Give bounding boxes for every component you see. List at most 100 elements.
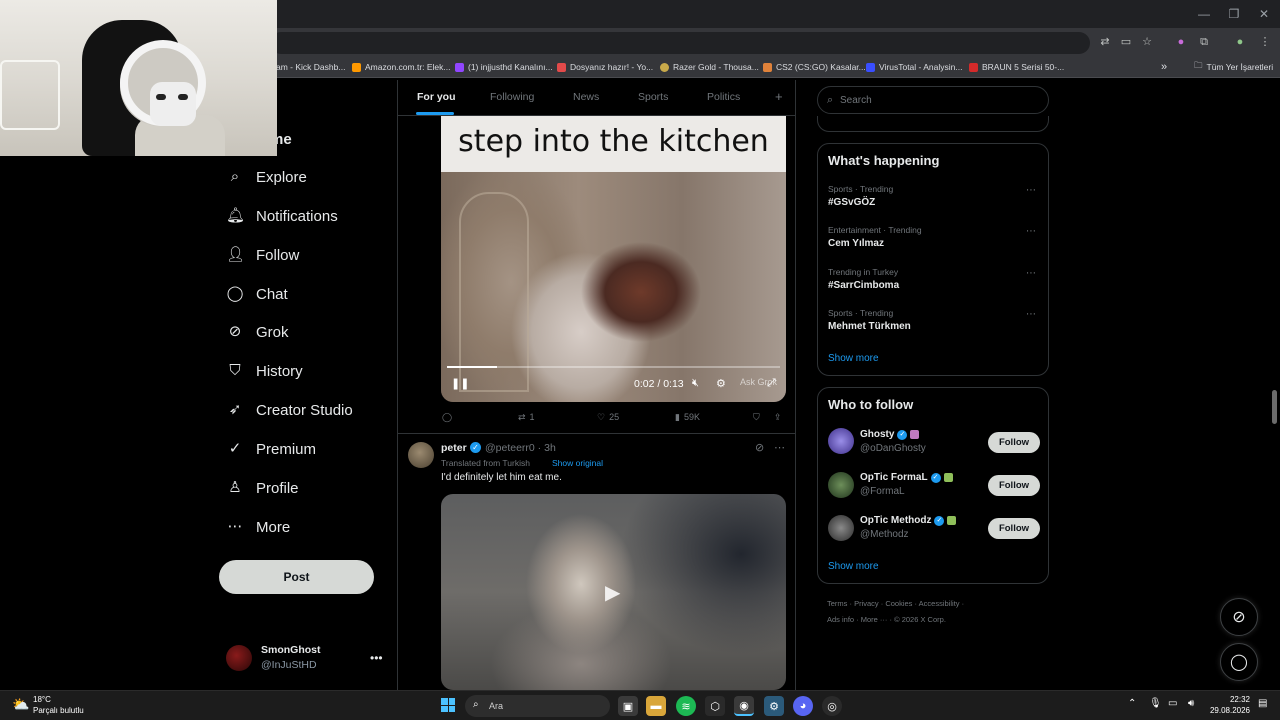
nav-premium[interactable]: ✓ Premium: [226, 436, 316, 462]
footer-links[interactable]: Ads info · More ··· · © 2026 X Corp.: [827, 615, 946, 624]
steam-icon[interactable]: ⬡: [705, 696, 725, 716]
tweet-author-handle[interactable]: @peteerr0 · 3h: [485, 442, 556, 454]
bookmark-item[interactable]: Amazon.com.tr: Elek...: [352, 60, 451, 74]
trend-more-icon[interactable]: ⋯: [1026, 226, 1036, 237]
video-player[interactable]: step into the kitchen ❚❚ 0:02 / 0:13 🔇︎ …: [441, 116, 786, 402]
star-icon[interactable]: ☆: [1139, 34, 1155, 50]
trend-item[interactable]: Cem Yılmaz: [828, 238, 884, 249]
follow-suggestion-name[interactable]: Ghosty ✓: [860, 429, 920, 440]
nav-history[interactable]: ⛉ History: [226, 358, 302, 384]
tab-sports[interactable]: Sports: [638, 91, 668, 103]
translate-icon[interactable]: ⇄: [1097, 34, 1113, 50]
trend-more-icon[interactable]: ⋯: [1026, 268, 1036, 279]
discord-icon[interactable]: ◕: [793, 696, 813, 716]
bookmark-item[interactable]: VirusTotal - Analysin...: [866, 60, 962, 74]
avatar[interactable]: [408, 442, 434, 468]
mute-icon[interactable]: 🔇︎: [692, 377, 699, 390]
profile-avatar-icon[interactable]: ●: [1232, 34, 1248, 50]
bookmark-item[interactable]: (1) injjusthd Kanalını...: [455, 60, 553, 74]
tweet-more-icon[interactable]: ⋯: [774, 441, 785, 454]
follow-button[interactable]: Follow: [988, 432, 1040, 453]
bookmark-item[interactable]: am - Kick Dashb...: [276, 60, 345, 74]
nav-creator-studio[interactable]: ➶ Creator Studio: [226, 397, 353, 423]
nav-more[interactable]: ⋯ More: [226, 514, 291, 540]
repost-button[interactable]: ⇄ 1: [518, 410, 535, 424]
follow-suggestion-name[interactable]: OpTic FormaL ✓: [860, 472, 953, 483]
add-tab-icon[interactable]: +: [775, 89, 783, 104]
speaker-icon[interactable]: 🔊︎: [1188, 698, 1194, 709]
follow-suggestion-name[interactable]: OpTic Methodz ✓: [860, 515, 957, 526]
video-progress-bar[interactable]: [447, 366, 780, 368]
reply-button[interactable]: ◯: [442, 410, 456, 424]
settings-gear-icon[interactable]: ⚙: [716, 377, 726, 390]
trend-item[interactable]: Mehmet Türkmen: [828, 321, 911, 332]
show-more-link[interactable]: Show more: [828, 561, 879, 572]
minimize-icon[interactable]: —: [1196, 6, 1212, 22]
windows-start-icon[interactable]: [441, 698, 455, 712]
display-icon[interactable]: ▭: [1168, 698, 1177, 709]
bookmark-item[interactable]: Razer Gold - Thousa...: [660, 60, 759, 74]
avatar[interactable]: [828, 472, 854, 498]
avatar[interactable]: [828, 515, 854, 541]
url-field[interactable]: [270, 32, 1090, 54]
extension-icon[interactable]: ●: [1173, 34, 1189, 50]
bookmark-button[interactable]: ⛉: [753, 410, 760, 424]
tray-overflow-icon[interactable]: ⌃: [1128, 698, 1136, 709]
puzzle-icon[interactable]: ⧉: [1196, 34, 1212, 50]
trend-item[interactable]: #SarrCimboma: [828, 280, 899, 291]
bookmark-item[interactable]: Dosyanız hazır! - Yo...: [557, 60, 653, 74]
footer-links[interactable]: Terms · Privacy · Cookies · Accessibilit…: [827, 599, 964, 608]
file-explorer-icon[interactable]: ▬: [646, 696, 666, 716]
bookmark-item[interactable]: BRAUN 5 Serisi 50-...: [969, 60, 1064, 74]
grok-icon[interactable]: ⊘: [755, 441, 764, 454]
nav-follow[interactable]: 👤︎ Follow: [226, 242, 299, 268]
post-button[interactable]: Post: [219, 560, 374, 594]
like-button[interactable]: ♡ 25: [597, 410, 619, 424]
weather-condition[interactable]: Parçalı bulutlu: [33, 706, 84, 715]
views-button[interactable]: ▮ 59K: [675, 410, 700, 424]
clock-time[interactable]: 22:32: [1212, 695, 1250, 704]
notifications-icon[interactable]: ▤: [1258, 698, 1267, 709]
nav-explore[interactable]: ⌕ Explore: [226, 164, 307, 190]
app-icon[interactable]: ⚙: [764, 696, 784, 716]
browser-menu-icon[interactable]: ⋮: [1257, 34, 1273, 50]
follow-button[interactable]: Follow: [988, 518, 1040, 539]
page-scrollbar[interactable]: [1272, 390, 1277, 424]
avatar[interactable]: [828, 428, 854, 454]
weather-cloud-icon[interactable]: ⛅: [12, 696, 29, 713]
video-player[interactable]: ▶: [441, 494, 786, 690]
account-more-icon[interactable]: •••: [370, 651, 383, 665]
nav-notifications[interactable]: 🔔︎ Notifications: [226, 203, 338, 229]
chrome-icon[interactable]: ◉: [734, 696, 754, 716]
obs-icon[interactable]: ◎: [822, 696, 842, 716]
nav-grok[interactable]: ⊘ Grok: [226, 319, 289, 345]
share-button[interactable]: ⇪: [774, 410, 782, 424]
search-input[interactable]: ⌕ Search: [817, 86, 1049, 114]
close-icon[interactable]: ✕: [1256, 6, 1272, 22]
trend-more-icon[interactable]: ⋯: [1026, 309, 1036, 320]
pause-icon[interactable]: ❚❚: [451, 377, 469, 390]
task-view-icon[interactable]: ▣: [618, 696, 638, 716]
bookmarks-overflow-icon[interactable]: »: [1161, 60, 1167, 74]
tab-for-you[interactable]: For you: [417, 91, 456, 103]
bookmark-item[interactable]: CS2 (CS:GO) Kasalar...: [763, 60, 866, 74]
grok-icon[interactable]: ⊘: [1220, 598, 1258, 636]
trend-item[interactable]: #GSvGÖZ: [828, 197, 875, 208]
trend-more-icon[interactable]: ⋯: [1026, 185, 1036, 196]
follow-button[interactable]: Follow: [988, 475, 1040, 496]
maximize-icon[interactable]: ❐: [1226, 6, 1242, 22]
account-switcher[interactable]: SmonGhost @InJuStHD •••: [226, 643, 386, 673]
show-more-link[interactable]: Show more: [828, 353, 879, 364]
nav-profile[interactable]: ♙ Profile: [226, 475, 298, 501]
fullscreen-icon[interactable]: ⤢: [767, 377, 776, 390]
tab-news[interactable]: News: [573, 91, 599, 103]
tweet-author-name[interactable]: peter: [441, 442, 467, 454]
tab-following[interactable]: Following: [490, 91, 534, 103]
messages-icon[interactable]: ◯: [1220, 643, 1258, 681]
microphone-icon[interactable]: 🎙︎: [1149, 698, 1162, 709]
spotify-icon[interactable]: ≋: [676, 696, 696, 716]
clock-date[interactable]: 29.08.2026: [1208, 706, 1250, 715]
cast-icon[interactable]: ▭: [1118, 34, 1134, 50]
play-icon[interactable]: ▶: [605, 580, 620, 605]
weather-temp[interactable]: 18°C: [33, 695, 51, 704]
